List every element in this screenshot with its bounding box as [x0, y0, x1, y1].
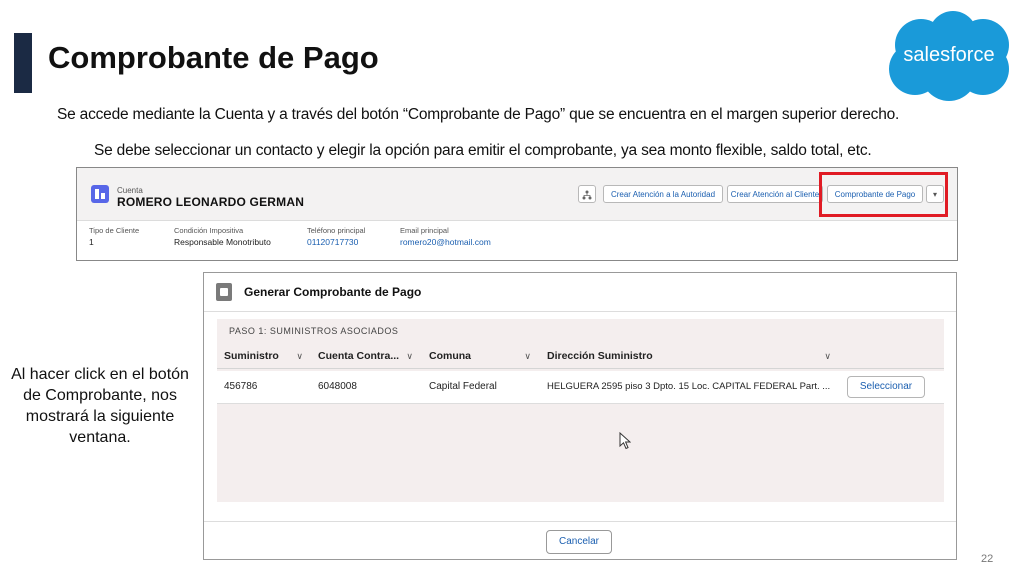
field-value-telefono[interactable]: 01120717730 — [307, 237, 358, 247]
document-icon — [216, 283, 232, 301]
page-number: 22 — [981, 553, 994, 565]
column-header-suministro[interactable]: Suministro ∨ — [217, 343, 311, 369]
chevron-down-icon: ∨ — [296, 351, 303, 361]
crear-atencion-cliente-button[interactable]: Crear Atención al Cliente — [727, 185, 823, 203]
cell-suministro: 456786 — [224, 381, 258, 392]
cell-comuna: Capital Federal — [429, 381, 497, 392]
field-label-tipo-cliente: Tipo de Cliente — [89, 226, 140, 235]
field-value-tipo-cliente: 1 — [89, 237, 94, 247]
generar-comprobante-modal: Generar Comprobante de Pago PASO 1: SUMI… — [203, 272, 957, 560]
field-value-condicion: Responsable Monotributo — [174, 237, 271, 247]
highlight-box — [819, 172, 948, 217]
hierarchy-icon — [582, 190, 592, 200]
account-record-header: Cuenta ROMERO LEONARDO GERMAN Crear Aten… — [76, 167, 958, 261]
side-note: Al hacer click en el botón de Comprobant… — [11, 366, 189, 446]
column-header-actions — [839, 343, 944, 369]
field-label-email: Email principal — [400, 226, 449, 235]
salesforce-logo: salesforce — [889, 11, 1009, 101]
crear-atencion-autoridad-button[interactable]: Crear Atención a la Autoridad — [603, 185, 723, 203]
column-header-comuna[interactable]: Comuna ∨ — [421, 343, 539, 369]
step-panel: PASO 1: SUMINISTROS ASOCIADOS Suministro… — [217, 319, 944, 502]
hierarchy-button[interactable] — [578, 185, 596, 203]
record-object-label: Cuenta — [117, 186, 143, 195]
seleccionar-button[interactable]: Seleccionar — [847, 376, 925, 398]
table-row: 456786 6048008 Capital Federal HELGUERA … — [217, 371, 944, 404]
step-label: PASO 1: SUMINISTROS ASOCIADOS — [229, 326, 399, 336]
record-highlights-panel: Cuenta ROMERO LEONARDO GERMAN Crear Aten… — [77, 168, 957, 221]
chevron-down-icon: ∨ — [524, 351, 531, 361]
mouse-cursor-icon — [619, 432, 631, 450]
logo-text: salesforce — [903, 44, 994, 66]
cell-cuenta: 6048008 — [318, 381, 357, 392]
column-header-direccion[interactable]: Dirección Suministro ∨ — [539, 343, 839, 369]
modal-header: Generar Comprobante de Pago — [204, 273, 956, 312]
chevron-down-icon: ∨ — [824, 351, 831, 361]
field-value-email[interactable]: romero20@hotmail.com — [400, 237, 491, 247]
title-accent-bar — [14, 33, 32, 93]
record-name: ROMERO LEONARDO GERMAN — [117, 195, 305, 209]
slide-title: Comprobante de Pago — [48, 40, 379, 75]
modal-title: Generar Comprobante de Pago — [244, 285, 422, 299]
account-icon — [91, 185, 109, 203]
modal-footer: Cancelar — [204, 521, 956, 559]
column-header-cuenta[interactable]: Cuenta Contra... ∨ — [311, 343, 421, 369]
description-line-1: Se accede mediante la Cuenta y a través … — [57, 106, 900, 123]
description-line-2: Se debe seleccionar un contacto y elegir… — [94, 142, 872, 159]
cancelar-button[interactable]: Cancelar — [546, 530, 612, 554]
field-label-telefono: Teléfono principal — [307, 226, 366, 235]
field-label-condicion: Condición Impositiva — [174, 226, 244, 235]
cell-direccion: HELGUERA 2595 piso 3 Dpto. 15 Loc. CAPIT… — [547, 381, 831, 392]
chevron-down-icon: ∨ — [406, 351, 413, 361]
